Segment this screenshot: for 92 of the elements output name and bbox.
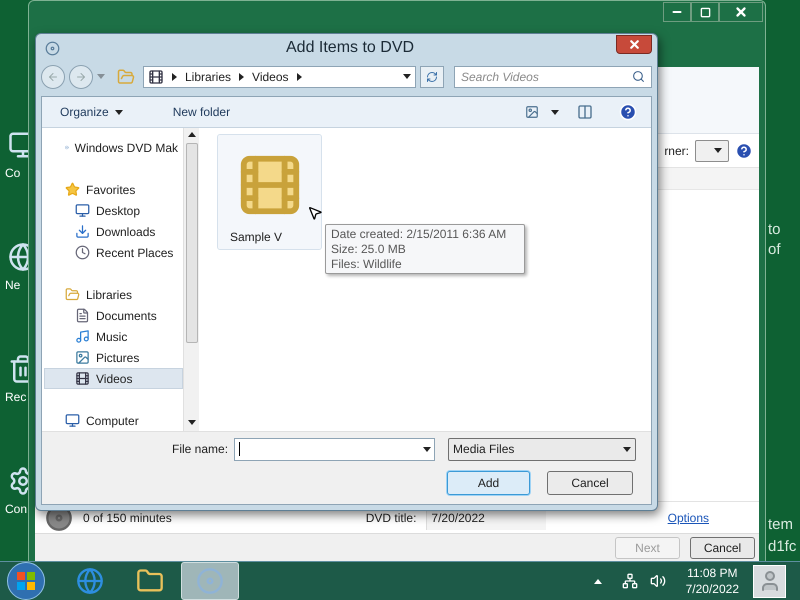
monitor-icon <box>75 203 90 218</box>
background-text: d1fc <box>768 537 796 557</box>
preview-pane-icon[interactable] <box>577 104 593 120</box>
tooltip-line: Size: 25.0 MB <box>331 242 407 257</box>
clock-date: 7/20/2022 <box>686 581 739 597</box>
refresh-button[interactable] <box>420 66 444 88</box>
file-type-dropdown[interactable]: Media Files <box>448 438 636 460</box>
background-text: to <box>768 220 781 240</box>
breadcrumb-item[interactable]: Videos <box>252 68 289 86</box>
minimize-button[interactable] <box>663 2 691 22</box>
show-hidden-icons-caret-icon <box>594 578 602 584</box>
nav-item[interactable]: Documents <box>44 305 183 326</box>
disc-icon <box>45 40 60 56</box>
cancel-button[interactable]: Cancel <box>547 471 633 495</box>
breadcrumb-item[interactable]: Libraries <box>185 68 232 86</box>
background-text: of <box>768 240 781 260</box>
chevron-icon <box>296 72 302 81</box>
speaker-icon <box>650 573 666 589</box>
close-icon <box>734 5 748 19</box>
toolbar-button[interactable]: New folder <box>160 103 242 121</box>
caret-icon <box>114 110 123 114</box>
nav-item[interactable]: Videos <box>44 368 183 389</box>
desktop-icon-label: Con <box>4 501 28 518</box>
options-link[interactable]: Options <box>668 508 709 526</box>
network-icon <box>622 573 638 589</box>
caret-icon <box>623 446 632 452</box>
close-button[interactable] <box>719 2 763 22</box>
window-title: Add Items to DVD <box>286 38 414 58</box>
forward-arrow-icon <box>75 70 87 83</box>
capacity-text: 0 of 150 minutes <box>83 510 172 526</box>
computer-icon <box>65 413 80 428</box>
caret-icon <box>403 74 411 80</box>
back-arrow-icon <box>47 70 59 83</box>
nav-item[interactable]: Libraries <box>44 284 183 305</box>
globe-icon <box>76 567 104 595</box>
maximize-icon <box>700 6 710 18</box>
user-tile[interactable] <box>753 564 786 598</box>
desktop-icon-label: Rec <box>4 389 26 406</box>
document-icon <box>75 308 90 323</box>
field-label: File name: <box>172 441 228 458</box>
nav-item[interactable]: Music <box>44 326 183 347</box>
view-icon[interactable] <box>525 105 539 119</box>
maximize-button[interactable] <box>691 2 719 22</box>
chevron-icon <box>239 72 244 81</box>
windows-logo-icon <box>17 572 35 590</box>
add-button[interactable]: Add <box>447 471 530 495</box>
toolbar-button[interactable]: Organize <box>48 103 135 121</box>
dropdown[interactable] <box>695 140 729 162</box>
clock-time: 11:08 PM <box>687 565 738 581</box>
close-button[interactable] <box>616 34 652 54</box>
address-bar[interactable]: Libraries Videos <box>143 66 416 88</box>
file-name-field[interactable] <box>234 438 436 460</box>
folder-tile[interactable]: Sample V <box>217 134 322 250</box>
download-icon <box>75 224 90 239</box>
refresh-icon <box>426 70 438 83</box>
disc-icon <box>196 567 224 595</box>
background-text: tem <box>768 515 794 535</box>
tooltip-line: Date created: 2/15/2011 6:36 AM <box>331 227 508 242</box>
nav-item[interactable]: Recent Places <box>44 242 183 263</box>
field-label: DVD title: <box>366 510 416 526</box>
field-label: rner: <box>664 142 689 160</box>
picture-icon <box>75 350 90 365</box>
search-icon <box>632 70 645 84</box>
start-button[interactable] <box>7 562 45 600</box>
desktop-icon-label: Ne <box>4 277 20 294</box>
scroll-down-icon <box>188 420 196 425</box>
caret-icon <box>423 446 432 452</box>
nav-item[interactable]: Windows DVD Mak <box>44 137 183 158</box>
close-icon <box>628 38 640 51</box>
clock-icon <box>75 245 90 260</box>
nav-item[interactable]: Desktop <box>44 200 183 221</box>
view-menu-caret-icon <box>551 110 559 114</box>
music-note-icon <box>75 329 90 344</box>
film-icon <box>75 371 90 386</box>
star-icon <box>65 182 80 197</box>
nav-item[interactable]: Favorites <box>44 179 183 200</box>
scroll-up-icon <box>188 132 196 137</box>
desktop-icon-label: Co <box>4 165 20 182</box>
folder-icon <box>65 287 80 302</box>
cancel-button[interactable]: Cancel <box>690 536 755 558</box>
tooltip-line: Files: Wildlife <box>331 257 403 272</box>
mouse-cursor-icon <box>307 205 323 221</box>
help-icon[interactable] <box>619 103 637 121</box>
chevron-icon <box>172 72 177 81</box>
help-icon[interactable] <box>735 142 753 160</box>
recent-pages-caret-icon <box>97 74 105 80</box>
scrollbar-thumb[interactable] <box>186 143 198 343</box>
film-icon <box>148 68 164 85</box>
nav-item[interactable]: Pictures <box>44 347 183 368</box>
nav-item[interactable]: Computer <box>44 410 183 431</box>
caret-icon <box>714 148 722 153</box>
nav-item[interactable]: Downloads <box>44 221 183 242</box>
